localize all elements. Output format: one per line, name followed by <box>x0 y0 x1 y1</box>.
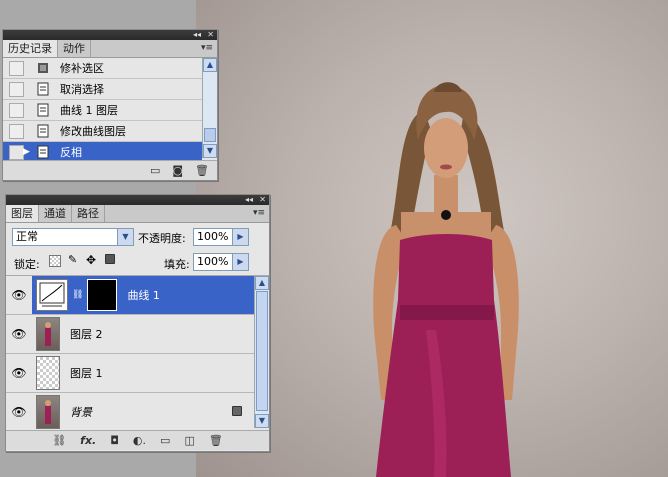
tab-history[interactable]: 历史记录 <box>3 40 58 57</box>
history-tabs: 历史记录 动作 ▾≡ <box>3 40 217 58</box>
layers-panel: ◂◂ ✕ 图层 通道 路径 ▾≡ 正常 ▼ 不透明度: 100% ▶ 锁定: ✎… <box>5 194 270 452</box>
trash-icon[interactable]: 🗑 <box>209 434 223 447</box>
history-footer: ▭ ◙ 🗑 <box>3 160 217 180</box>
lock-move-icon[interactable]: ✥ <box>86 253 96 267</box>
curves-adjustment-icon <box>36 279 68 311</box>
snapshot-checkbox[interactable] <box>9 144 24 160</box>
document-icon <box>36 124 50 138</box>
scroll-thumb[interactable] <box>256 291 268 411</box>
scroll-up-icon[interactable]: ▲ <box>255 276 269 290</box>
history-state-pointer-icon: ▶ <box>23 147 30 157</box>
layers-footer: ⛓ fx. ◘ ◐. ▭ ◫ 🗑 <box>6 430 269 450</box>
layer-name: 图层 2 <box>70 328 103 341</box>
history-scrollbar[interactable]: ▲ ▼ <box>202 58 217 158</box>
layers-scrollbar[interactable]: ▲ ▼ <box>254 276 269 428</box>
lock-transparent-icon[interactable] <box>49 255 61 267</box>
blend-mode-select[interactable]: 正常 ▼ <box>12 228 134 246</box>
document-icon <box>36 145 50 159</box>
adjustment-layer-icon[interactable]: ◐. <box>133 434 146 447</box>
link-layers-icon[interactable]: ⛓ <box>52 434 66 447</box>
new-layer-icon[interactable]: ◫ <box>184 434 194 447</box>
history-list: 修补选区 取消选择 曲线 1 图层 修改曲线图层 ▶ 反相 ▲ ▼ <box>3 58 217 163</box>
tab-layers[interactable]: 图层 <box>6 205 39 222</box>
blend-mode-value: 正常 <box>16 230 38 243</box>
snapshot-checkbox[interactable] <box>9 123 24 139</box>
snapshot-checkbox[interactable] <box>9 102 24 118</box>
opacity-value: 100% <box>197 230 229 243</box>
layer-thumbnail <box>36 317 60 351</box>
history-item[interactable]: 取消选择 <box>3 79 202 100</box>
chevron-down-icon[interactable]: ▼ <box>117 229 133 245</box>
eye-icon[interactable]: 👁 <box>6 405 32 419</box>
layer-row-2[interactable]: 👁 图层 2 <box>6 315 254 354</box>
lock-all-icon[interactable] <box>105 254 115 264</box>
panel-menu-icon[interactable]: ▾≡ <box>253 205 265 222</box>
close-icon[interactable]: ✕ <box>259 195 266 205</box>
history-item[interactable]: 曲线 1 图层 <box>3 100 202 121</box>
fill-label: 填充: <box>164 258 190 271</box>
snapshot-checkbox[interactable] <box>9 60 24 76</box>
tab-paths[interactable]: 路径 <box>72 205 105 222</box>
layer-name: 曲线 1 <box>127 289 160 302</box>
blend-row: 正常 ▼ 不透明度: 100% ▶ <box>6 223 269 251</box>
scroll-up-icon[interactable]: ▲ <box>203 58 217 72</box>
document-icon <box>36 103 50 117</box>
scroll-down-icon[interactable]: ▼ <box>255 414 269 428</box>
collapse-icon[interactable]: ◂◂ <box>245 195 253 205</box>
opacity-label: 不透明度: <box>138 232 186 245</box>
history-item-label: 修补选区 <box>60 62 104 75</box>
chevron-right-icon[interactable]: ▶ <box>232 229 248 245</box>
lock-brush-icon[interactable]: ✎ <box>68 253 77 266</box>
layer-thumbnail-transparent <box>36 356 60 390</box>
history-panel: ◂◂ ✕ 历史记录 动作 ▾≡ 修补选区 取消选择 曲线 1 图层 修改曲线图层 <box>2 29 218 181</box>
layers-panel-titlebar[interactable]: ◂◂ ✕ <box>6 195 269 205</box>
link-icon[interactable]: ⛓ <box>72 290 83 300</box>
layer-row-background[interactable]: 👁 背景 <box>6 393 254 432</box>
new-group-icon[interactable]: ▭ <box>160 434 170 447</box>
fill-value: 100% <box>197 255 229 268</box>
lock-label: 锁定: <box>14 258 40 271</box>
camera-icon[interactable]: ◙ <box>172 164 183 177</box>
layer-name: 图层 1 <box>70 367 103 380</box>
layers-tabs: 图层 通道 路径 ▾≡ <box>6 205 269 223</box>
collapse-icon[interactable]: ◂◂ <box>193 30 201 40</box>
layer-thumbnail <box>36 395 60 429</box>
document-icon <box>36 82 50 96</box>
history-item-label: 修改曲线图层 <box>60 125 126 138</box>
history-item[interactable]: 修改曲线图层 <box>3 121 202 142</box>
chevron-right-icon[interactable]: ▶ <box>232 254 248 270</box>
panel-menu-icon[interactable]: ▾≡ <box>201 40 213 57</box>
layer-name: 背景 <box>70 406 92 419</box>
layer-mask-thumbnail[interactable] <box>87 279 118 311</box>
tab-channels[interactable]: 通道 <box>39 205 72 222</box>
tab-actions[interactable]: 动作 <box>58 40 91 57</box>
scroll-thumb[interactable] <box>204 128 216 142</box>
layer-row-curves[interactable]: 👁 ⛓ 曲线 1 <box>6 276 254 315</box>
trash-icon[interactable]: 🗑 <box>195 164 209 177</box>
fx-icon[interactable]: fx. <box>80 434 96 447</box>
history-item-label: 曲线 1 图层 <box>60 104 118 117</box>
new-document-from-state-icon[interactable]: ▭ <box>150 164 160 177</box>
eye-icon[interactable]: 👁 <box>6 327 32 341</box>
history-panel-titlebar[interactable]: ◂◂ ✕ <box>3 30 217 40</box>
layer-row-1[interactable]: 👁 图层 1 <box>6 354 254 393</box>
history-item[interactable]: 修补选区 <box>3 58 202 79</box>
close-icon[interactable]: ✕ <box>207 30 214 40</box>
history-item-label: 取消选择 <box>60 83 104 96</box>
add-mask-icon[interactable]: ◘ <box>110 434 119 447</box>
eye-icon[interactable]: 👁 <box>6 366 32 380</box>
eye-icon[interactable]: 👁 <box>6 276 32 314</box>
lock-icon <box>232 406 242 416</box>
snapshot-checkbox[interactable] <box>9 81 24 97</box>
opacity-input[interactable]: 100% ▶ <box>193 228 249 246</box>
layers-list: 👁 ⛓ 曲线 1 👁 图层 2 👁 图层 1 👁 背景 ▲ ▼ <box>6 276 269 432</box>
patch-icon <box>36 61 50 75</box>
lock-row: 锁定: ✎ ✥ 填充: 100% ▶ <box>6 251 269 276</box>
fill-input[interactable]: 100% ▶ <box>193 253 249 271</box>
history-item-label: 反相 <box>60 146 82 159</box>
scroll-down-icon[interactable]: ▼ <box>203 144 217 158</box>
